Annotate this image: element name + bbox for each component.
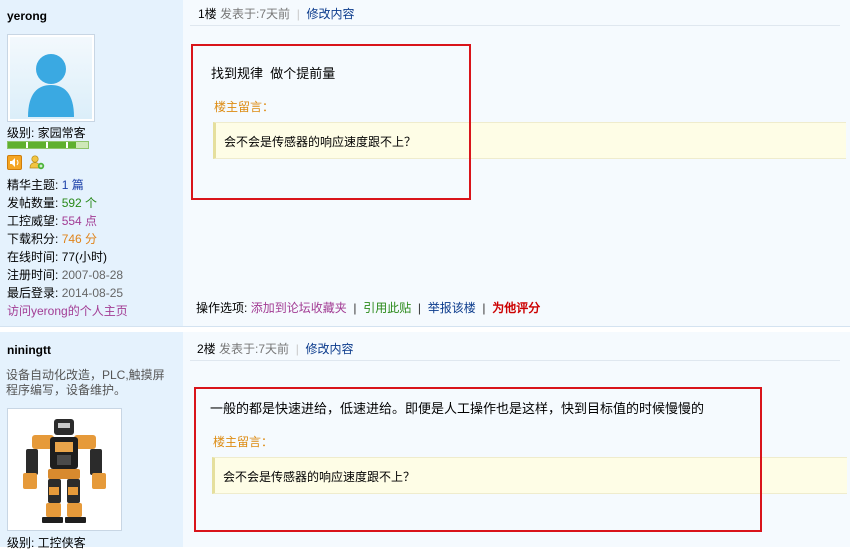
post-1-owner-comment: 会不会是传感器的响应速度跟不上？ bbox=[224, 135, 417, 149]
post-1-owner-comment-box: 会不会是传感器的响应速度跟不上？ bbox=[213, 122, 846, 159]
post-1-stat-registered: 注册时间: 2007-08-28 bbox=[7, 268, 124, 282]
action-favorite[interactable]: 添加到论坛收藏夹 bbox=[251, 301, 347, 315]
post-1-avatar[interactable] bbox=[7, 34, 95, 122]
speaker-icon[interactable] bbox=[7, 155, 22, 170]
post-2: niningtt 设备自动化改造，PLC,触摸屏程序编写，设备维护。 级别: 工… bbox=[0, 332, 850, 550]
post-2-username[interactable]: niningtt bbox=[7, 343, 51, 357]
post-2-signature: 设备自动化改造，PLC,触摸屏程序编写，设备维护。 bbox=[6, 368, 165, 397]
post-1-main bbox=[183, 0, 850, 326]
action-rate[interactable]: 为他评分 bbox=[492, 301, 540, 315]
posted-label: 发表于: bbox=[219, 342, 259, 356]
post-1-level-bar bbox=[7, 141, 89, 149]
post-2-content: 一般的都是快速进给，低速进给。即便是人工操作也是这样，快到目标值的时候慢慢的 bbox=[210, 401, 705, 416]
stat-value: 1 篇 bbox=[61, 178, 84, 192]
robot-avatar-image bbox=[10, 411, 119, 528]
default-avatar-icon bbox=[10, 37, 92, 119]
posted-time: 7天前 bbox=[258, 342, 290, 356]
post-2-owner-comment: 会不会是传感器的响应速度跟不上？ bbox=[223, 470, 416, 484]
divider: | bbox=[350, 301, 360, 315]
edit-content-link[interactable]: 修改内容 bbox=[306, 342, 354, 356]
post-2-header: 2楼 发表于:7天前 | 修改内容 bbox=[197, 340, 354, 357]
post-1-stat-essence: 精华主题: 1 篇 bbox=[7, 178, 84, 192]
floor-number: 2楼 bbox=[197, 342, 216, 356]
stat-value: 77(小时) bbox=[61, 250, 108, 264]
post-1-content: 找到规律 做个提前量 bbox=[211, 66, 336, 81]
user-online-icon[interactable] bbox=[29, 154, 45, 170]
actions-label: 操作选项: bbox=[196, 301, 248, 315]
floor-number: 1楼 bbox=[198, 7, 217, 21]
divider: | bbox=[414, 301, 425, 315]
post-2-level: 级别: 工控侠客 bbox=[7, 536, 86, 550]
post-2-owner-comment-box: 会不会是传感器的响应速度跟不上？ bbox=[212, 457, 847, 494]
post-1-stat-download: 下载积分: 746 分 bbox=[7, 232, 98, 246]
post-1-username[interactable]: yerong bbox=[7, 9, 47, 23]
post-1-owner-comment-label: 楼主留言： bbox=[214, 100, 275, 114]
divider: | bbox=[479, 301, 489, 315]
post-1-actions: 操作选项: 添加到论坛收藏夹 | 引用此贴 | 举报该楼 | 为他评分 bbox=[196, 299, 540, 316]
edit-content-link[interactable]: 修改内容 bbox=[307, 7, 355, 21]
post-1: yerong 级别: 家园常客 精华主题: 1 篇 发帖数量: 592 个 工控… bbox=[0, 0, 850, 326]
post-1-stat-online: 在线时间: 77(小时) bbox=[7, 250, 108, 264]
post-1-stat-prestige: 工控威望: 554 点 bbox=[7, 214, 98, 228]
stat-value: 554 点 bbox=[61, 214, 98, 228]
stat-value: 746 分 bbox=[61, 232, 98, 246]
stat-value: 592 个 bbox=[61, 196, 98, 210]
post-1-homepage-link[interactable]: 访问yerong的个人主页 bbox=[7, 302, 128, 319]
posted-label: 发表于: bbox=[220, 7, 260, 21]
header-divider bbox=[190, 360, 840, 361]
action-quote[interactable]: 引用此贴 bbox=[363, 301, 411, 315]
posted-time: 7天前 bbox=[259, 7, 291, 21]
post-1-stat-posts: 发帖数量: 592 个 bbox=[7, 196, 98, 210]
post-1-header: 1楼 发表于:7天前 | 修改内容 bbox=[198, 5, 355, 22]
post-1-stat-lastlogin: 最后登录: 2014-08-25 bbox=[7, 286, 124, 300]
divider: | bbox=[292, 342, 303, 356]
post-2-avatar[interactable] bbox=[7, 408, 122, 531]
divider: | bbox=[293, 7, 304, 21]
post-1-level: 级别: 家园常客 bbox=[7, 126, 86, 140]
stat-value: 2014-08-25 bbox=[61, 286, 124, 300]
action-report[interactable]: 举报该楼 bbox=[428, 301, 476, 315]
stat-value: 2007-08-28 bbox=[61, 268, 124, 282]
post-2-main bbox=[183, 332, 850, 547]
post-2-owner-comment-label: 楼主留言： bbox=[213, 435, 274, 449]
header-divider bbox=[190, 25, 840, 26]
